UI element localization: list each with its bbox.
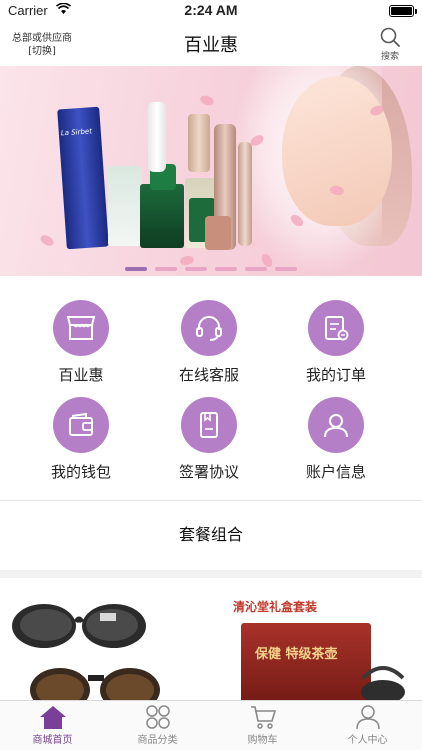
carousel-dot[interactable] [185, 267, 207, 271]
search-label: 搜索 [380, 52, 399, 62]
banner-model-image [282, 76, 392, 226]
agreement-icon [181, 397, 237, 453]
product-card-sunglasses[interactable] [2, 578, 211, 700]
feature-menu: 百业惠 在线客服 我的订单 我的钱包 签署协议 账户信息 [0, 276, 422, 500]
teapot-image [361, 666, 405, 700]
tab-label: 购物车 [247, 735, 278, 746]
menu-label: 我的订单 [305, 366, 366, 384]
tab-categories[interactable]: 商品分类 [105, 704, 210, 746]
tab-profile[interactable]: 个人中心 [315, 704, 420, 746]
menu-label: 账户信息 [305, 463, 366, 481]
menu-item-account-info[interactable]: 账户信息 [276, 397, 396, 482]
menu-label: 我的钱包 [50, 463, 111, 481]
menu-label: 签署协议 [178, 463, 239, 481]
status-bar: Carrier 2:24 AM [0, 0, 422, 22]
battery-icon [389, 5, 417, 17]
product-brand-label: La Sirbet [60, 127, 93, 138]
gift-box-label: 保健 特级茶壶 [255, 647, 338, 662]
headset-icon [181, 300, 237, 356]
menu-item-customer-service[interactable]: 在线客服 [149, 300, 269, 385]
search-button[interactable]: 搜索 [370, 26, 410, 62]
banner-carousel[interactable]: La Sirbet [0, 66, 422, 276]
product-grid: 清沁堂礼盒套装 保健 特级茶壶 [0, 578, 422, 700]
product-card-tea-gift-set[interactable]: 清沁堂礼盒套装 保健 特级茶壶 [213, 578, 422, 700]
page-title: 百业惠 [184, 35, 238, 56]
order-icon [308, 300, 364, 356]
carousel-dot[interactable] [155, 267, 177, 271]
tab-label: 商城首页 [32, 735, 73, 746]
home-icon [39, 706, 66, 729]
wallet-icon [53, 397, 109, 453]
gift-box-image: 保健 特级茶壶 [241, 623, 371, 700]
product-caption: 清沁堂礼盒套装 [233, 600, 318, 614]
menu-label: 在线客服 [178, 366, 239, 384]
search-icon [380, 27, 400, 47]
menu-item-my-orders[interactable]: 我的订单 [276, 300, 396, 385]
carousel-dot[interactable] [245, 267, 267, 271]
carousel-dot[interactable] [125, 267, 147, 271]
grid-icon [145, 705, 170, 729]
carousel-dot[interactable] [215, 267, 237, 271]
clock: 2:24 AM [184, 2, 238, 18]
tab-home[interactable]: 商城首页 [0, 704, 105, 746]
carousel-dot[interactable] [275, 267, 297, 271]
package-section-header: 套餐组合 [0, 500, 422, 570]
person-icon [355, 705, 380, 730]
sunglasses-image [12, 604, 160, 700]
menu-item-my-wallet[interactable]: 我的钱包 [21, 397, 141, 482]
tab-label: 商品分类 [137, 735, 178, 746]
nav-bar: 总部或供应商 [切换] 百业惠 搜索 [0, 22, 422, 66]
section-title: 套餐组合 [178, 525, 243, 544]
menu-label: 百业惠 [58, 366, 104, 384]
tab-label: 个人中心 [347, 735, 388, 746]
tab-cart[interactable]: 购物车 [210, 704, 315, 746]
cart-icon [250, 706, 276, 729]
tab-bar: 商城首页 商品分类 购物车 个人中心 [0, 700, 422, 750]
product-tube-image: La Sirbet [57, 106, 109, 250]
user-icon [308, 397, 364, 453]
menu-item-sign-agreement[interactable]: 签署协议 [149, 397, 269, 482]
menu-item-baiyehui[interactable]: 百业惠 [21, 300, 141, 385]
store-icon [53, 300, 109, 356]
carousel-indicator [0, 267, 422, 271]
